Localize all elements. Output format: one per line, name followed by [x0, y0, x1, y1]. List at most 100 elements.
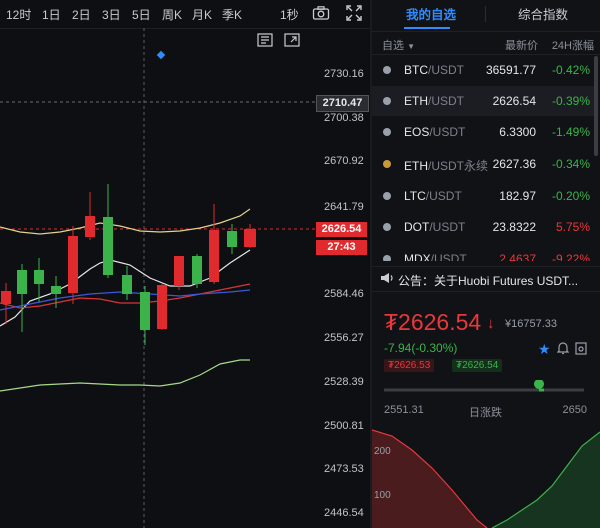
active-tab-indicator: [404, 27, 450, 29]
coin-icon: [383, 255, 391, 261]
y-tick: 2473.53: [324, 463, 364, 475]
pair-price: 182.97: [499, 189, 536, 203]
bid-price-badge: ₮2626.53: [384, 359, 435, 372]
camera-icon[interactable]: [312, 5, 330, 24]
last-price-header: 最新价: [505, 40, 538, 52]
range-high: 2650: [562, 404, 587, 416]
y-tick: 2670.92: [324, 155, 364, 167]
coin-icon: [383, 66, 391, 74]
candle: [68, 236, 78, 293]
market-tabs: 我的自选 综合指数: [372, 0, 600, 30]
timeframe-5d[interactable]: 5日: [132, 6, 151, 23]
ask-price-badge: ₮2626.54: [452, 359, 503, 372]
pair-change: -0.20%: [551, 189, 590, 203]
share-icon[interactable]: [575, 341, 587, 358]
change-header: 24H涨幅: [551, 40, 594, 52]
timeframe-month[interactable]: 月K: [192, 6, 212, 23]
star-icon[interactable]: ★: [538, 341, 551, 358]
candle: [174, 256, 184, 286]
current-price-tag: 2626.54: [316, 222, 367, 237]
cny-price: ¥16757.33: [505, 318, 557, 330]
pair-change: -0.34%: [551, 157, 590, 171]
watchlist-filter[interactable]: 自选 ▼: [382, 37, 415, 53]
candle: [209, 230, 219, 282]
chart-panel: 12时 1日 2日 3日 5日 周K 月K 季K 1秒 2730.16 2700…: [0, 0, 370, 528]
candle: [157, 285, 167, 329]
pair-change: -9.22%: [551, 252, 590, 261]
market-panel: 我的自选 综合指数 自选 ▼ 最新价 24H涨幅 BTC/USDT 36591.…: [372, 0, 600, 528]
list-item[interactable]: DOT/USDT 23.8322 5.75%: [372, 212, 594, 242]
fullscreen-icon[interactable]: [346, 5, 362, 24]
y-tick: 2700.38: [324, 112, 364, 124]
y-tick: 2584.46: [324, 288, 364, 300]
candle: [122, 275, 132, 294]
range-bar: [384, 380, 584, 392]
pair-change: 5.75%: [555, 220, 590, 234]
depth-asks-area: [492, 432, 600, 528]
list-item[interactable]: MDX/USDT 2.4637 -9.22%: [372, 244, 594, 261]
y-tick: 2730.16: [324, 68, 364, 80]
depth-y-label: 100: [374, 490, 391, 501]
pair-price: 2627.36: [492, 157, 536, 171]
boll-lower-line: [0, 359, 250, 392]
arrow-down-icon: ↓: [487, 315, 495, 332]
y-tick: 2500.81: [324, 420, 364, 432]
range-marker: [534, 380, 544, 389]
depth-bids-area: [372, 430, 487, 528]
caret-down-icon: ▼: [407, 42, 415, 51]
candle-countdown-tag: 27:43: [316, 240, 367, 255]
list-item[interactable]: ETH/USDT永续 2627.36 -0.34%: [372, 149, 594, 179]
pair-change: -0.39%: [551, 94, 590, 108]
depth-chart: [372, 429, 600, 528]
y-tick: 2556.27: [324, 332, 364, 344]
reference-price-tag: 2710.47: [316, 95, 369, 112]
coin-icon: [383, 160, 391, 168]
announcement-text: 公告：关于Huobi Futures USDT...: [398, 274, 579, 288]
list-item[interactable]: BTC/USDT 36591.77 -0.42%: [372, 55, 594, 85]
candle: [192, 256, 202, 284]
pair-name: MDX/USDT: [404, 252, 467, 261]
list-item[interactable]: EOS/USDT 6.3300 -1.49%: [372, 117, 594, 147]
timeframe-2d[interactable]: 2日: [72, 6, 91, 23]
watchlist-scrollbar[interactable]: [594, 56, 598, 156]
pair-name: EOS/USDT: [404, 125, 466, 139]
candle: [140, 292, 150, 330]
timeframe-quarter[interactable]: 季K: [222, 6, 242, 23]
pair-change: -1.49%: [551, 125, 590, 139]
range-label: 日涨跌: [469, 407, 502, 419]
timeframe-week[interactable]: 周K: [162, 6, 182, 23]
timeframe-12h[interactable]: 12时: [6, 6, 31, 23]
tab-separator: [485, 6, 486, 22]
tab-my-watchlist[interactable]: 我的自选: [406, 4, 456, 23]
candle: [1, 291, 11, 304]
watchlist-filter-label: 自选: [382, 40, 404, 52]
chart-toolbar: 12时 1日 2日 3日 5日 周K 月K 季K 1秒: [0, 0, 370, 29]
interval-selector[interactable]: 1秒: [280, 6, 299, 23]
y-tick: 2528.39: [324, 376, 364, 388]
timeframe-3d[interactable]: 3日: [102, 6, 121, 23]
candle: [244, 229, 256, 247]
chart-settings-icon[interactable]: [257, 33, 273, 50]
candle: [103, 217, 113, 275]
pair-name: BTC/USDT: [404, 63, 464, 77]
pair-name: ETH/USDT: [404, 94, 464, 108]
timeframe-1d[interactable]: 1日: [42, 6, 61, 23]
daily-range: 2551.31 日涨跌 2650: [384, 380, 587, 419]
candle: [17, 270, 27, 294]
megaphone-icon: [380, 272, 394, 287]
y-tick: 2446.54: [324, 507, 364, 519]
pair-price: 2626.54: [492, 94, 536, 108]
pair-price: 23.8322: [492, 220, 536, 234]
candlestick-chart[interactable]: 2730.16 2700.38 2670.92 2641.79 2584.46 …: [0, 28, 370, 528]
pair-price: 2.4637: [499, 252, 536, 261]
list-item[interactable]: LTC/USDT 182.97 -0.20%: [372, 181, 594, 211]
watchlist: BTC/USDT 36591.77 -0.42% ETH/USDT 2626.5…: [372, 55, 600, 261]
candle: [34, 270, 44, 284]
pair-change: -0.42%: [551, 63, 590, 77]
marker-diamond: [156, 50, 166, 60]
bell-icon[interactable]: [556, 341, 570, 358]
list-item[interactable]: ETH/USDT 2626.54 -0.39%: [372, 86, 594, 116]
announcement-bar[interactable]: 公告：关于Huobi Futures USDT...: [372, 266, 600, 292]
chart-expand-icon[interactable]: [284, 33, 300, 50]
tab-composite-index[interactable]: 综合指数: [518, 4, 568, 23]
